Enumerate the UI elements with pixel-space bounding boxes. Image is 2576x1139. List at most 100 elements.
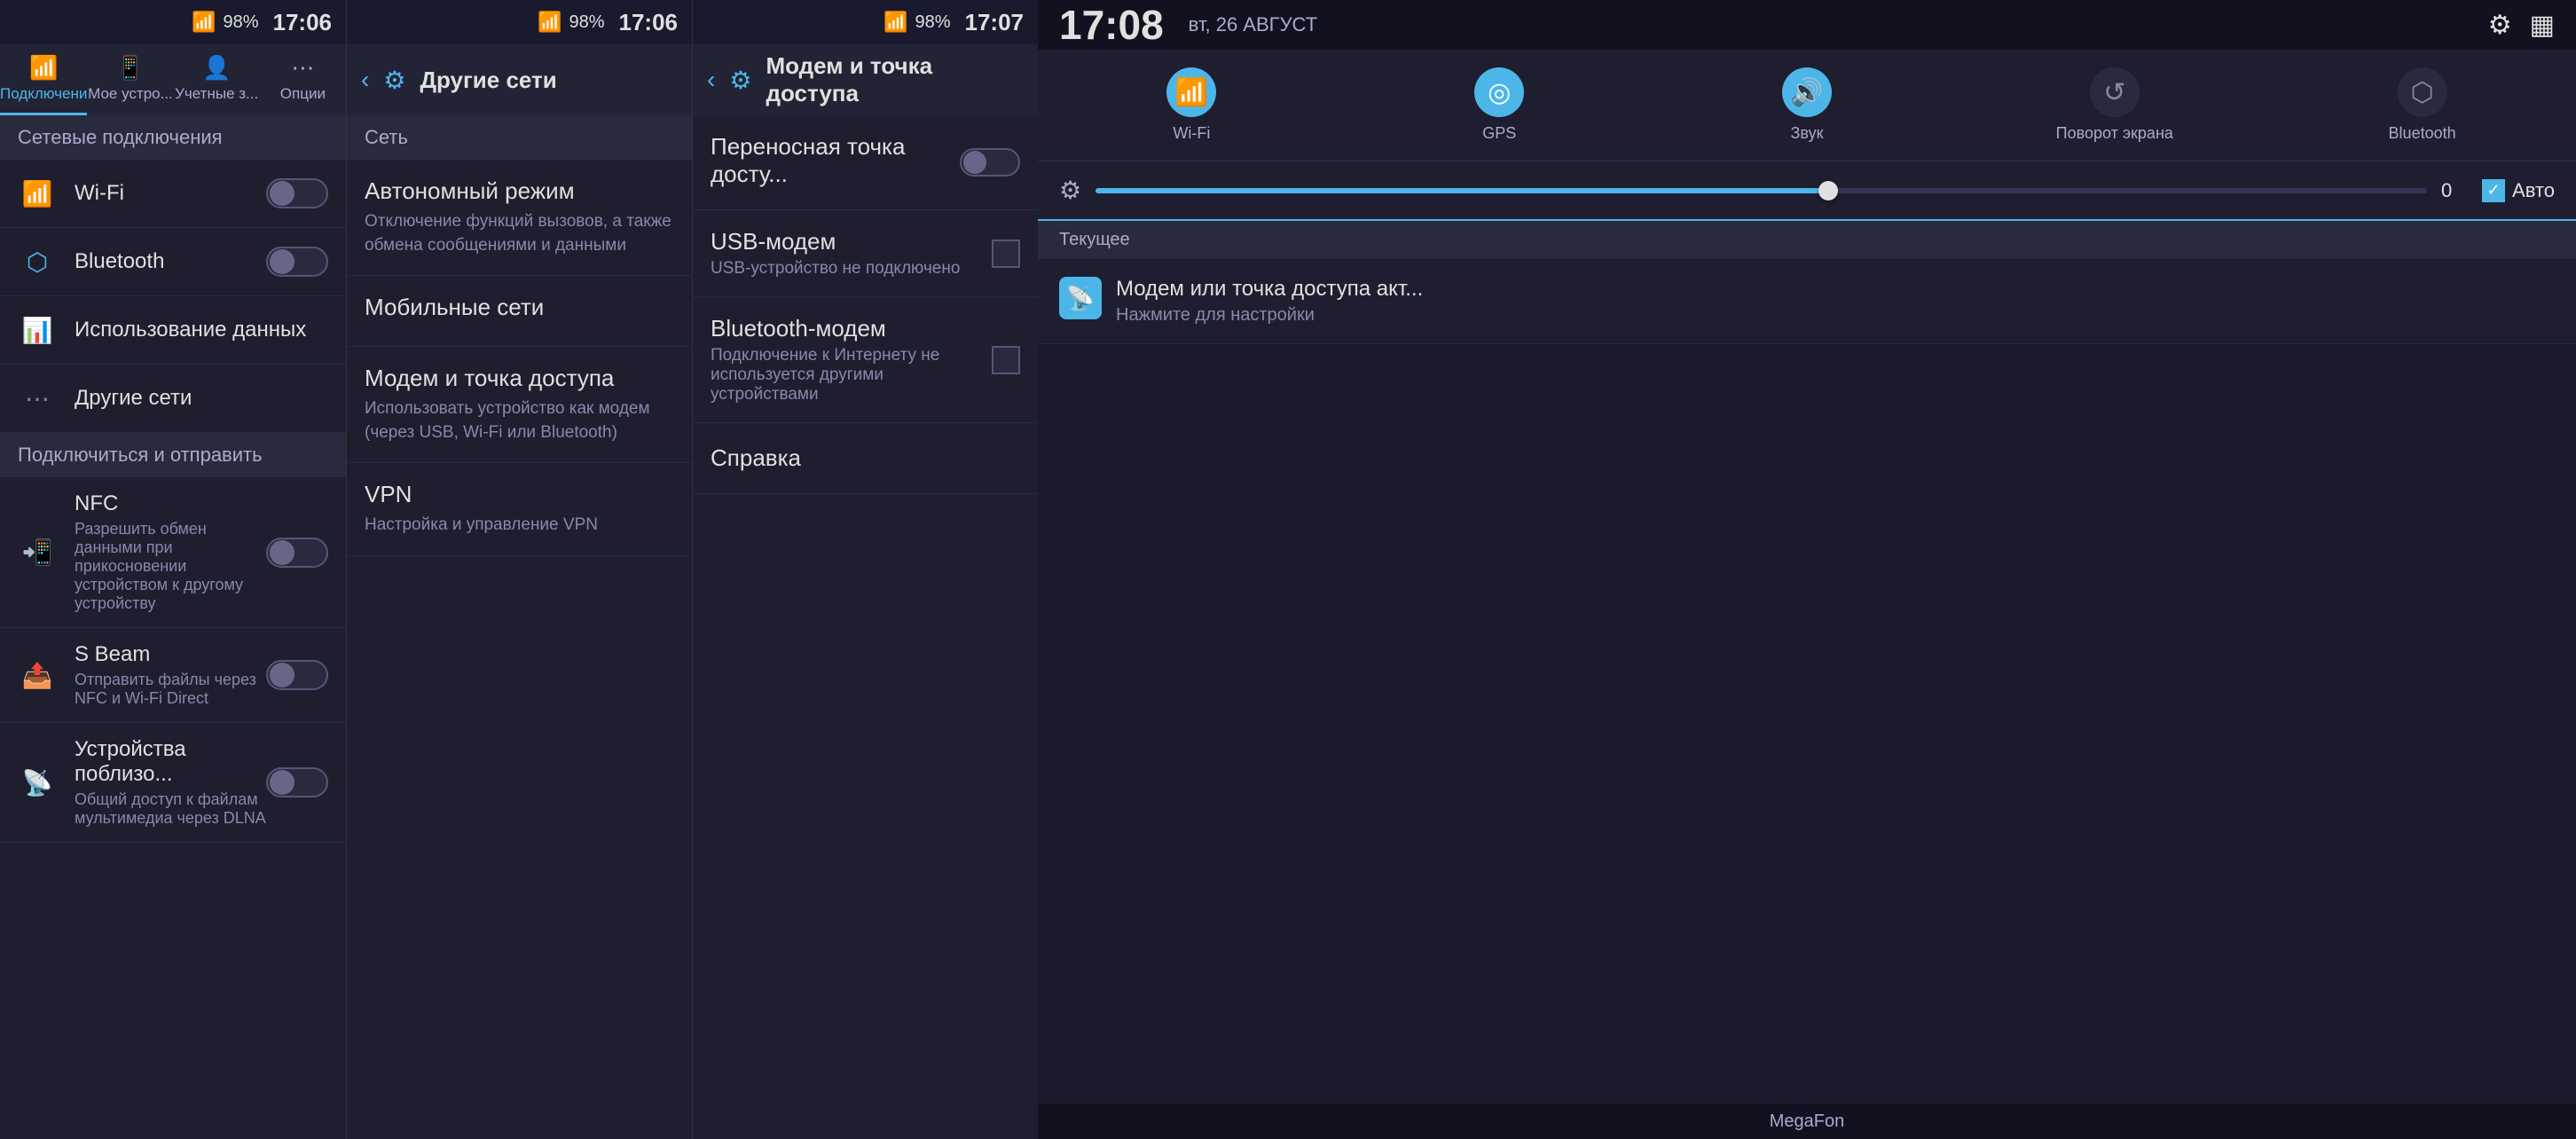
panel-notification-shade: 17:08 вт, 26 АВГУСТ ⚙ ▦ 📶 Wi-Fi ◎ GPS 🔊 … [1038, 0, 2576, 1139]
modem-sub: Использовать устройство как модем (через… [365, 397, 674, 444]
status-bar-2: 📶 98% 17:06 [347, 0, 692, 44]
tab-accounts[interactable]: 👤 Учетные з... [174, 44, 260, 115]
panel3-header: ‹ ⚙ Модем и точка доступа [693, 44, 1038, 115]
nearby-icon: 📡 [18, 763, 57, 802]
auto-checkbox: ✓ [2482, 179, 2505, 202]
bluetooth-toggle[interactable] [266, 247, 328, 277]
other-nets-icon: ⋯ [18, 379, 57, 418]
qt-gps[interactable]: ◎ GPS [1346, 67, 1653, 143]
sbeam-text: S Beam Отправить файлы через NFC и Wi-Fi… [75, 642, 266, 708]
bt-modem-checkbox[interactable] [992, 346, 1020, 374]
sbeam-sublabel: Отправить файлы через NFC и Wi-Fi Direct [75, 671, 266, 708]
autonomy-sub: Отключение функций вызовов, а также обме… [365, 210, 674, 257]
hotspot-title: Переносная точка досту... [711, 133, 960, 188]
sbeam-icon: 📤 [18, 656, 57, 695]
tab-connections[interactable]: 📶 Подключени [0, 44, 87, 115]
current-section-label: Текущее [1059, 230, 1130, 249]
nfc-toggle[interactable] [266, 538, 328, 568]
brightness-slider[interactable] [1096, 188, 2427, 193]
auto-brightness-check[interactable]: ✓ Авто [2482, 179, 2555, 202]
status-bar-1: 📶 98% 17:06 [0, 0, 346, 44]
quick-toggles: 📶 Wi-Fi ◎ GPS 🔊 Звук ↺ Поворот экрана ⬡ … [1038, 50, 2576, 161]
panel3-title: Модем и точка доступа [766, 52, 1024, 107]
settings-item-bluetooth[interactable]: ⬡ Bluetooth [0, 228, 346, 296]
bt-modem-text: Bluetooth-модем Подключение к Интернету … [711, 315, 992, 405]
status-bar-3: 📶 98% 17:07 [693, 0, 1038, 44]
tab-accounts-icon: 👤 [202, 54, 231, 82]
tab-mydevice-icon: 📱 [116, 54, 145, 82]
wifi-icon: 📶 [18, 174, 57, 213]
settings-item-nfc[interactable]: 📲 NFC Разрешить обмен данными при прикос… [0, 477, 346, 628]
time-2: 17:06 [619, 9, 679, 36]
qt-sound[interactable]: 🔊 Звук [1653, 67, 1961, 143]
nfc-text: NFC Разрешить обмен данными при прикосно… [75, 491, 266, 613]
qt-rotate-icon: ↺ [2090, 67, 2140, 117]
qt-wifi-label: Wi-Fi [1173, 124, 1210, 143]
qt-wifi[interactable]: 📶 Wi-Fi [1038, 67, 1346, 143]
qt-bluetooth[interactable]: ⬡ Bluetooth [2268, 67, 2576, 143]
hotspot-toggle[interactable] [960, 148, 1020, 177]
hotspot-text: Переносная точка досту... [711, 133, 960, 192]
settings-item-sbeam[interactable]: 📤 S Beam Отправить файлы через NFC и Wi-… [0, 628, 346, 723]
bt-modem-title: Bluetooth-модем [711, 315, 992, 342]
bluetooth-label: Bluetooth [75, 249, 266, 274]
net-item-vpn[interactable]: VPN Настройка и управление VPN [347, 463, 692, 556]
usb-modem-checkbox[interactable] [992, 240, 1020, 268]
справка-item[interactable]: Справка [693, 423, 1038, 494]
settings-item-nearby[interactable]: 📡 Устройства поблизо... Общий доступ к ф… [0, 723, 346, 843]
справка-label: Справка [711, 444, 801, 471]
usb-modem-text: USB-модем USB-устройство не подключено [711, 228, 992, 279]
signal-icon-2: 📶 [538, 11, 562, 34]
notif-icons-right: ⚙ ▦ [2488, 10, 2555, 41]
gear-icon-3: ⚙ [729, 66, 751, 95]
grid-icon-notif[interactable]: ▦ [2530, 10, 2555, 41]
back-button-3[interactable]: ‹ [707, 66, 715, 94]
net-item-autonomy[interactable]: Автономный режим Отключение функций вызо… [347, 160, 692, 276]
back-button-2[interactable]: ‹ [361, 66, 369, 94]
qt-sound-icon: 🔊 [1782, 67, 1832, 117]
battery-1: 98% [223, 12, 258, 33]
settings-item-wifi[interactable]: 📶 Wi-Fi [0, 160, 346, 228]
usb-modem-sub: USB-устройство не подключено [711, 259, 992, 279]
nfc-sublabel: Разрешить обмен данными при прикосновени… [75, 520, 266, 613]
signal-icon-1: 📶 [192, 11, 216, 34]
qt-sound-label: Звук [1791, 124, 1824, 143]
notif-hotspot[interactable]: 📡 Модем или точка доступа акт... Нажмите… [1038, 259, 2576, 344]
net-item-mobile[interactable]: Мобильные сети [347, 276, 692, 347]
brightness-thumb [1818, 181, 1838, 200]
panel2-title: Другие сети [420, 67, 556, 94]
panel-modem-hotspot: 📶 98% 17:07 ‹ ⚙ Модем и точка доступа Пе… [692, 0, 1038, 1139]
modem-item-usb[interactable]: USB-модем USB-устройство не подключено [693, 210, 1038, 297]
qt-bluetooth-label: Bluetooth [2389, 124, 2456, 143]
auto-label: Авто [2512, 179, 2555, 202]
settings-item-data[interactable]: 📊 Использование данных [0, 296, 346, 365]
brightness-gear-icon[interactable]: ⚙ [1059, 176, 1081, 205]
settings-icon-notif[interactable]: ⚙ [2488, 10, 2512, 41]
vpn-sub: Настройка и управление VPN [365, 514, 674, 538]
usb-modem-title: USB-модем [711, 228, 992, 255]
tab-mydevice[interactable]: 📱 Мое устро... [87, 44, 173, 115]
tab-connections-label: Подключени [0, 85, 87, 103]
sbeam-toggle[interactable] [266, 660, 328, 690]
wifi-toggle[interactable] [266, 178, 328, 208]
signal-icon-3: 📶 [884, 11, 907, 34]
autonomy-title: Автономный режим [365, 177, 674, 205]
panel2-header: ‹ ⚙ Другие сети [347, 44, 692, 115]
tab-options[interactable]: ⋯ Опции [260, 44, 346, 115]
modem-title: Модем и точка доступа [365, 365, 674, 392]
nearby-sublabel: Общий доступ к файлам мультимедиа через … [75, 790, 266, 828]
nearby-toggle[interactable] [266, 767, 328, 797]
tab-accounts-label: Учетные з... [175, 85, 258, 103]
carrier-label: MegaFon [1770, 1112, 1845, 1132]
modem-item-hotspot[interactable]: Переносная точка досту... [693, 115, 1038, 210]
settings-item-other-nets[interactable]: ⋯ Другие сети [0, 365, 346, 433]
other-nets-label: Другие сети [75, 386, 328, 411]
notif-time: 17:08 [1059, 1, 1164, 49]
data-usage-label: Использование данных [75, 318, 328, 342]
qt-rotate[interactable]: ↺ Поворот экрана [1960, 67, 2268, 143]
net-item-modem[interactable]: Модем и точка доступа Использовать устро… [347, 347, 692, 463]
battery-3: 98% [915, 12, 950, 33]
wifi-label: Wi-Fi [75, 181, 266, 206]
modem-item-bluetooth[interactable]: Bluetooth-модем Подключение к Интернету … [693, 297, 1038, 423]
net-section-header: Сеть [347, 115, 692, 160]
